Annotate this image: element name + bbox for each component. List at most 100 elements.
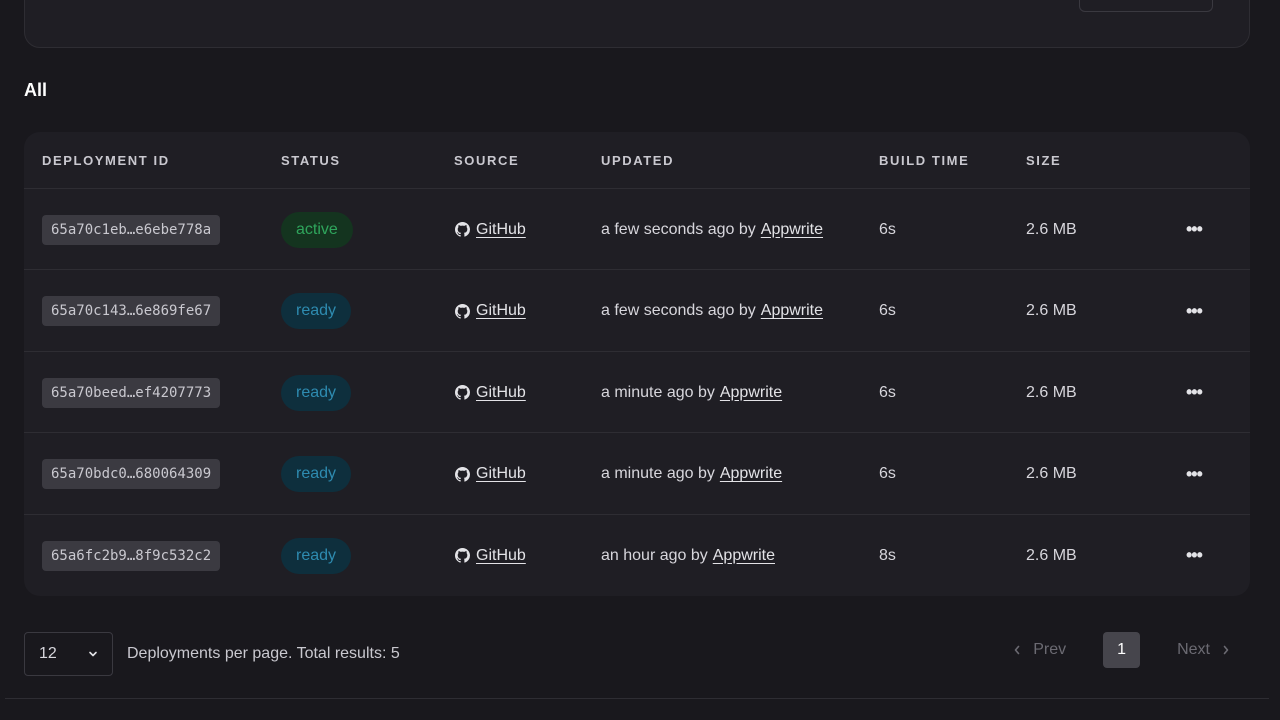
cell-updated: a few seconds ago by Appwrite (601, 271, 823, 352)
more-horizontal-icon: ••• (1186, 545, 1203, 565)
cell-updated: an hour ago by Appwrite (601, 515, 775, 596)
user-link[interactable]: Appwrite (761, 221, 823, 239)
updated-text: a few seconds ago by (601, 220, 756, 238)
deployment-id-chip[interactable]: 65a6fc2b9…8f9c532c2 (42, 540, 221, 571)
more-horizontal-icon: ••• (1186, 300, 1203, 321)
cell-status: ready (281, 434, 352, 515)
header-source: SOURCE (454, 153, 520, 168)
chevron-left-icon (1014, 645, 1020, 655)
deployment-id-chip[interactable]: 65a70c1eb…e6ebe778a (42, 214, 221, 245)
cell-updated: a minute ago by Appwrite (601, 352, 782, 433)
status-badge: ready (281, 537, 352, 574)
cell-source: GitHub (455, 271, 526, 352)
source-link[interactable]: GitHub (476, 465, 526, 483)
header-updated: UPDATED (601, 153, 675, 168)
cell-deployment-id: 65a70c143…6e869fe67 (42, 271, 221, 352)
per-page-label: Deployments per page. Total results: 5 (127, 645, 400, 662)
updated-text: a few seconds ago by (601, 302, 756, 319)
cell-size: 2.6 MB (1026, 383, 1077, 401)
status-badge: ready (281, 293, 352, 329)
top-card (24, 0, 1250, 48)
user-link[interactable]: Appwrite (761, 302, 823, 320)
cell-deployment-id: 65a70beed…ef4207773 (42, 352, 221, 433)
per-page-select[interactable]: 12 (24, 632, 113, 676)
header-size: SIZE (1026, 153, 1062, 168)
cell-source: GitHub (455, 352, 526, 433)
source-link[interactable]: GitHub (476, 384, 526, 402)
updated-text: a minute ago by (601, 465, 715, 482)
table-row[interactable]: 65a6fc2b9…8f9c532c2 ready GitHub an hour… (24, 515, 1250, 596)
header-build-time: BUILD TIME (879, 153, 970, 168)
user-link[interactable]: Appwrite (713, 547, 775, 565)
deployment-id-chip[interactable]: 65a70c143…6e869fe67 (42, 296, 221, 326)
cell-build-time: 6s (879, 220, 896, 238)
cell-size: 2.6 MB (1026, 302, 1077, 319)
chevron-down-icon (89, 651, 97, 657)
cell-build-time: 6s (879, 465, 896, 482)
cell-source: GitHub (455, 189, 526, 270)
cell-status: ready (281, 515, 352, 596)
deployment-id-chip[interactable]: 65a70beed…ef4207773 (42, 377, 221, 408)
status-badge: active (281, 211, 353, 248)
cell-build-time: 6s (879, 383, 896, 401)
row-actions-button[interactable]: ••• (1186, 434, 1203, 515)
status-badge: ready (281, 374, 352, 411)
user-link[interactable]: Appwrite (720, 384, 782, 402)
next-label: Next (1177, 641, 1210, 658)
page-1-button[interactable]: 1 (1103, 632, 1141, 668)
user-link[interactable]: Appwrite (720, 465, 782, 483)
source-link[interactable]: GitHub (476, 221, 526, 239)
cell-updated: a few seconds ago by Appwrite (601, 189, 823, 270)
cell-status: ready (281, 352, 352, 433)
per-page-value: 12 (39, 645, 57, 662)
section-title: All (24, 80, 48, 100)
more-horizontal-icon: ••• (1186, 463, 1203, 484)
cell-size: 2.6 MB (1026, 546, 1077, 564)
pagination-footer: 12 Deployments per page. Total results: … (24, 632, 1250, 676)
cell-source: GitHub (455, 515, 526, 596)
cell-size: 2.6 MB (1026, 465, 1077, 482)
next-button[interactable]: Next (1177, 641, 1230, 659)
table-header: DEPLOYMENT ID STATUS SOURCE UPDATED BUIL… (24, 132, 1250, 189)
table-row[interactable]: 65a70beed…ef4207773 ready GitHub a minut… (24, 352, 1250, 433)
cell-status: active (281, 189, 353, 270)
cell-source: GitHub (455, 434, 526, 515)
row-actions-button[interactable]: ••• (1186, 271, 1203, 352)
top-card-button[interactable] (1079, 0, 1213, 12)
divider (5, 698, 1269, 699)
cell-updated: a minute ago by Appwrite (601, 434, 782, 515)
row-actions-button[interactable]: ••• (1186, 515, 1203, 596)
table-row[interactable]: 65a70c1eb…e6ebe778a active GitHub a few … (24, 189, 1250, 270)
header-status: STATUS (281, 153, 341, 168)
github-icon (455, 222, 470, 237)
cell-deployment-id: 65a70bdc0…680064309 (42, 434, 221, 515)
github-icon (455, 548, 470, 563)
cell-deployment-id: 65a6fc2b9…8f9c532c2 (42, 515, 221, 596)
deployment-id-chip[interactable]: 65a70bdc0…680064309 (42, 459, 221, 489)
prev-label: Prev (1033, 641, 1067, 658)
table-row[interactable]: 65a70c143…6e869fe67 ready GitHub a few s… (24, 271, 1250, 352)
cell-status: ready (281, 271, 352, 352)
pager: Prev 1 Next (1013, 632, 1230, 668)
cell-size: 2.6 MB (1026, 220, 1077, 238)
more-horizontal-icon: ••• (1186, 382, 1203, 402)
updated-text: an hour ago by (601, 546, 708, 564)
status-badge: ready (281, 456, 352, 492)
row-actions-button[interactable]: ••• (1186, 352, 1203, 433)
more-horizontal-icon: ••• (1186, 219, 1203, 239)
github-icon (455, 466, 470, 482)
prev-button[interactable]: Prev (1013, 641, 1066, 659)
cell-build-time: 8s (879, 546, 896, 564)
source-link[interactable]: GitHub (476, 547, 526, 565)
chevron-right-icon (1223, 645, 1229, 655)
header-deployment-id: DEPLOYMENT ID (42, 153, 170, 168)
cell-deployment-id: 65a70c1eb…e6ebe778a (42, 189, 221, 270)
source-link[interactable]: GitHub (476, 302, 526, 320)
updated-text: a minute ago by (601, 383, 715, 401)
github-icon (455, 303, 470, 319)
cell-build-time: 6s (879, 302, 896, 319)
deployments-table: DEPLOYMENT ID STATUS SOURCE UPDATED BUIL… (24, 132, 1250, 596)
github-icon (455, 385, 470, 400)
table-row[interactable]: 65a70bdc0…680064309 ready GitHub a minut… (24, 434, 1250, 515)
row-actions-button[interactable]: ••• (1186, 189, 1203, 270)
